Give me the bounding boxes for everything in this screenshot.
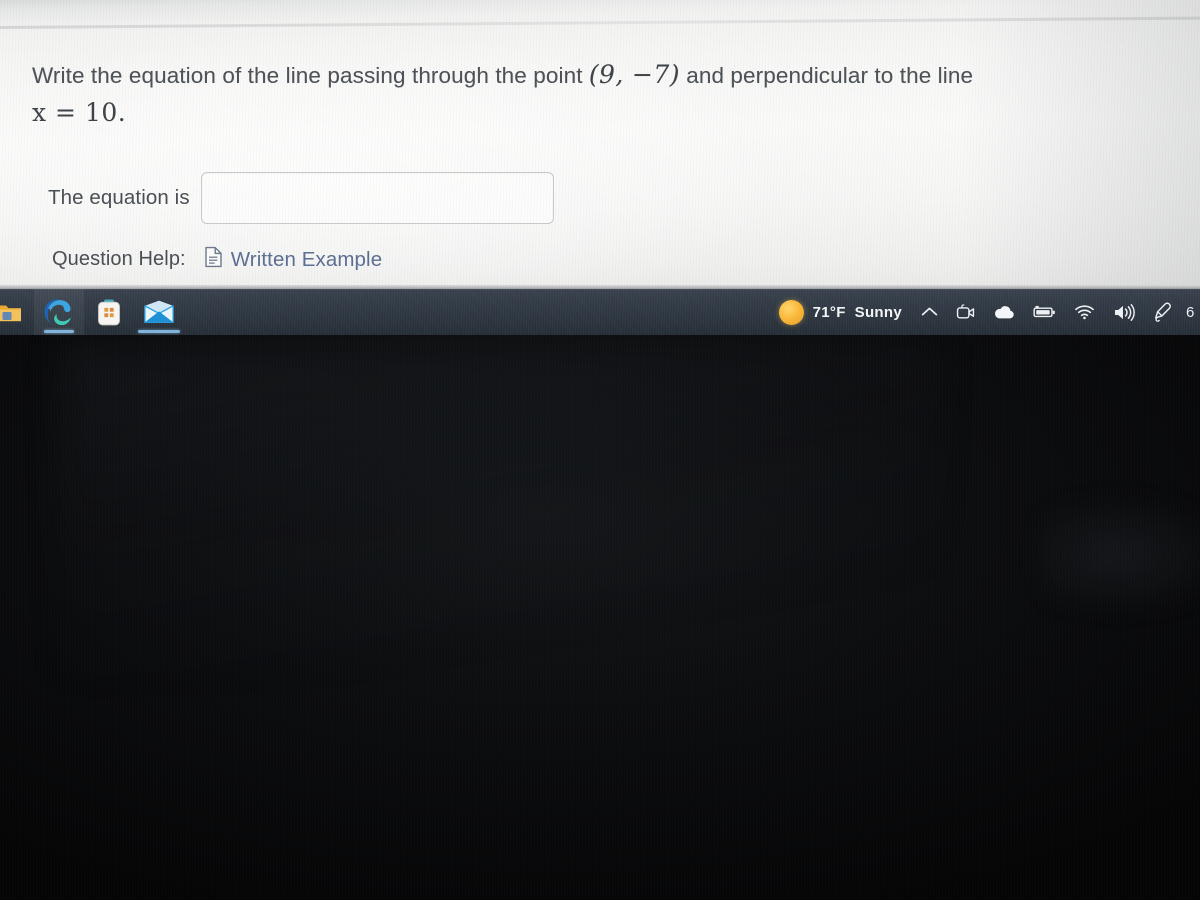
- question-help-row: Question Help: Written Example: [52, 246, 382, 273]
- taskbar-item-file-explorer[interactable]: [0, 289, 34, 335]
- running-indicator: [44, 330, 74, 333]
- video-camera-icon: [956, 303, 975, 318]
- answer-row: The equation is: [48, 172, 554, 224]
- running-indicator: [138, 330, 180, 333]
- taskbar-clock[interactable]: 6: [1182, 289, 1198, 335]
- tray-icon-volume[interactable]: [1104, 289, 1144, 335]
- tray-icon-onedrive[interactable]: [984, 289, 1024, 335]
- dark-region-grain: [0, 335, 1200, 900]
- taskbar-app-buttons: [0, 289, 184, 335]
- microsoft-store-icon: [98, 298, 120, 325]
- battery-charging-icon: [1033, 305, 1055, 318]
- cloud-icon: [994, 305, 1014, 318]
- sun-icon: [778, 299, 804, 325]
- question-help-label: Question Help:: [52, 248, 186, 270]
- question-point-math: (9, −7): [588, 60, 680, 89]
- panel-right-shading: [960, 0, 1200, 289]
- wifi-icon: [1075, 305, 1094, 320]
- question-panel: Write the equation of the line passing t…: [0, 0, 1200, 289]
- chevron-up-icon: [921, 307, 938, 316]
- document-icon: [204, 246, 223, 273]
- question-equation-math: x = 10.: [32, 98, 127, 127]
- question-text-part1: Write the equation of the line passing t…: [32, 63, 589, 88]
- taskbar-item-mail[interactable]: [134, 289, 184, 335]
- pen-icon: [1155, 302, 1171, 322]
- answer-label: The equation is: [48, 186, 190, 209]
- dark-background-region: [0, 335, 1200, 900]
- written-example-link[interactable]: Written Example: [204, 246, 383, 273]
- microsoft-edge-icon: [44, 299, 71, 326]
- taskbar-item-microsoft-edge[interactable]: [34, 289, 84, 335]
- tray-icon-battery[interactable]: [1024, 289, 1065, 335]
- tray-icon-pen-menu[interactable]: [1144, 289, 1182, 335]
- system-tray: 71°F Sunny 6: [771, 289, 1200, 335]
- screenshot-root: Write the equation of the line passing t…: [0, 0, 1200, 900]
- dark-region-sheen-secondary: [1040, 495, 1200, 615]
- panel-scanline-artifact: [0, 16, 1200, 29]
- question-text: Write the equation of the line passing t…: [32, 56, 1182, 95]
- windows-taskbar: 71°F Sunny 6: [0, 289, 1200, 335]
- question-text-part2: and perpendicular to the line: [679, 63, 974, 88]
- taskbar-weather-widget[interactable]: 71°F Sunny: [771, 289, 912, 335]
- tray-icon-teams-meet[interactable]: [947, 289, 984, 335]
- mail-icon: [144, 300, 174, 324]
- dark-region-sheen: [60, 345, 940, 675]
- weather-condition: Sunny: [854, 303, 902, 321]
- speaker-icon: [1115, 303, 1135, 321]
- weather-temperature: 71°F: [812, 303, 846, 321]
- file-explorer-icon: [0, 305, 21, 322]
- tray-icon-wifi[interactable]: [1065, 289, 1104, 335]
- taskbar-item-microsoft-store[interactable]: [84, 289, 134, 335]
- written-example-label: Written Example: [230, 247, 383, 271]
- show-hidden-icons-button[interactable]: [912, 289, 947, 335]
- equation-answer-input[interactable]: [200, 172, 554, 224]
